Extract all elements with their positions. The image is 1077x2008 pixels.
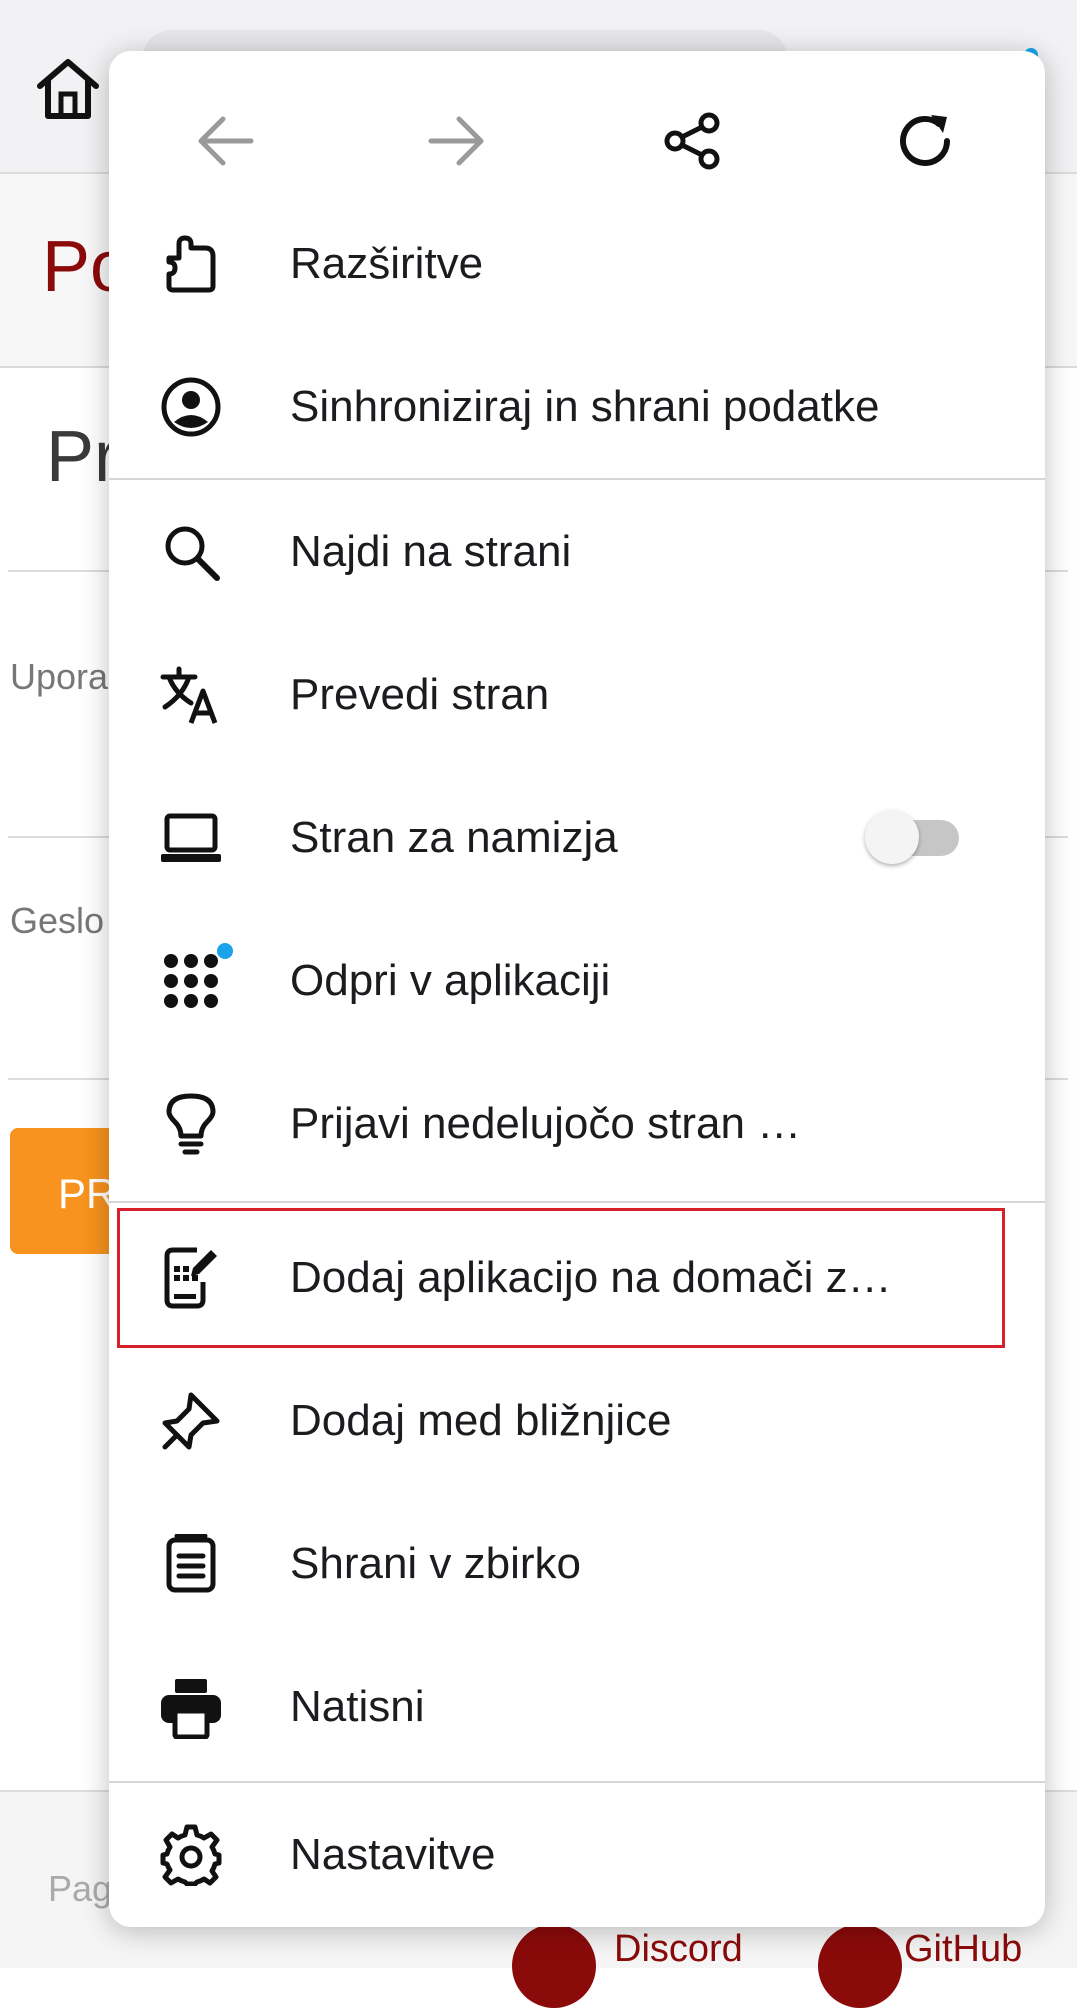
menu-item-label: Odpri v aplikaciji [290,956,611,1005]
menu-item-open-in-app[interactable]: Odpri v aplikaciji [109,911,1045,1051]
discord-link[interactable]: Discord [614,1928,743,1971]
toggle-thumb [865,810,919,864]
page-heading: Pr [46,417,118,497]
menu-item-report-site[interactable]: Prijavi nedelujočo stran … [109,1054,1045,1194]
highlight-box [117,1208,1005,1348]
account-icon [159,375,223,439]
menu-item-label: Razširitve [290,239,484,288]
reload-icon[interactable] [885,101,965,181]
menu-item-label: Nastavitve [290,1830,496,1879]
print-icon [159,1675,223,1739]
discord-icon[interactable] [512,1924,596,2008]
menu-item-settings[interactable]: Nastavitve [109,1785,1045,1925]
menu-item-collection[interactable]: Shrani v zbirko [109,1494,1045,1634]
menu-item-desktop-site[interactable]: Stran za namizja [109,768,1045,908]
login-button-label: PR [58,1170,117,1217]
github-link[interactable]: GitHub [904,1928,1022,1971]
menu-separator [109,478,1045,480]
menu-item-label: Shrani v zbirko [290,1539,582,1588]
menu-item-label: Sinhroniziraj in shrani podatke [290,382,880,431]
forward-icon[interactable] [417,101,497,181]
home-icon[interactable] [34,56,102,122]
github-icon[interactable] [818,1924,902,2008]
username-label: Upora [10,656,109,697]
menu-item-translate[interactable]: Prevedi stran [109,625,1045,765]
menu-separator [109,1201,1045,1203]
menu-item-label: Natisni [290,1682,425,1731]
menu-item-label: Stran za namizja [290,813,618,862]
settings-icon [159,1823,223,1887]
menu-item-find[interactable]: Najdi na strani [109,482,1045,622]
search-icon [159,520,223,584]
app-grid-icon [159,949,223,1013]
menu-item-label: Prijavi nedelujočo stran … [290,1099,802,1148]
menu-item-sync[interactable]: Sinhroniziraj in shrani podatke [109,337,1045,477]
browser-menu: Razširitve Sinhroniziraj in shrani podat… [109,51,1045,1927]
notification-dot [217,943,233,959]
desktop-site-toggle[interactable] [865,810,961,864]
menu-item-label: Prevedi stran [290,670,550,719]
menu-nav-row [109,51,1045,211]
menu-item-print[interactable]: Natisni [109,1637,1045,1777]
menu-separator [109,1781,1045,1783]
pin-icon [159,1389,223,1453]
collection-icon [159,1532,223,1596]
footer-text: Pag [48,1868,113,1909]
extensions-icon [159,232,223,296]
menu-item-shortcuts[interactable]: Dodaj med bližnjice [109,1351,1045,1491]
menu-item-label: Dodaj med bližnjice [290,1396,672,1445]
menu-item-label: Najdi na strani [290,527,572,576]
translate-icon [159,663,223,727]
back-icon[interactable] [185,101,265,181]
laptop-icon [159,806,223,870]
share-icon[interactable] [653,101,733,181]
menu-item-extensions[interactable]: Razširitve [109,194,1045,334]
password-label: Geslo [10,900,105,941]
lightbulb-icon [159,1092,223,1156]
